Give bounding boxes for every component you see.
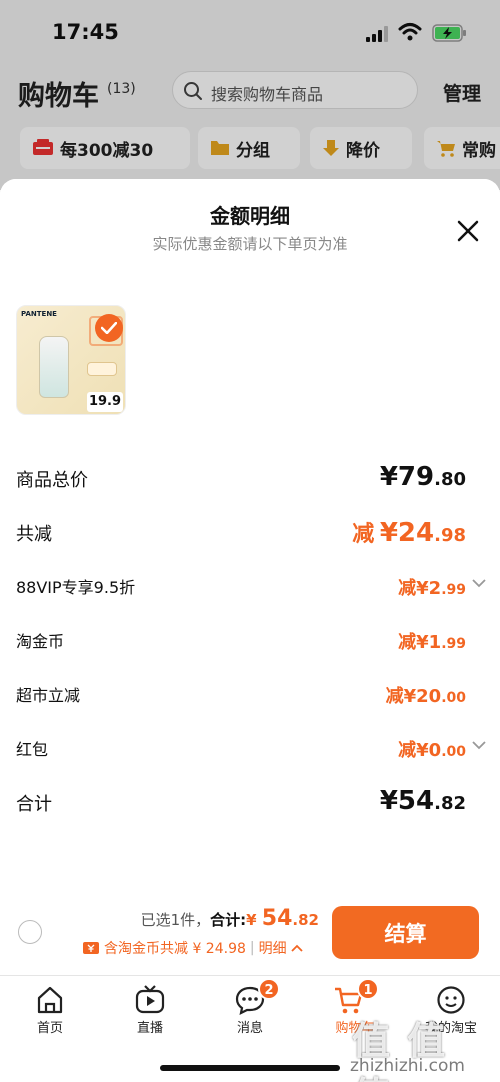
checkout-button[interactable]: 结算 bbox=[332, 906, 479, 959]
watermark-site: zhizhizhi.com bbox=[350, 1056, 465, 1076]
home-indicator bbox=[160, 1065, 340, 1071]
coin-discount-line[interactable]: 含淘金币共减 ¥ 24.98 | 明细 bbox=[82, 938, 303, 958]
row-label: 88VIP专享9.5折 bbox=[16, 578, 136, 597]
product-price: 19.9 bbox=[87, 392, 123, 412]
row-red-packet[interactable]: 红包 减¥0.00 bbox=[16, 736, 486, 762]
tab-live[interactable]: 直播 bbox=[110, 1017, 190, 1036]
shampoo-bottle-image bbox=[39, 336, 69, 398]
cart-badge: 1 bbox=[357, 978, 379, 1000]
row-subtotal: 商品总价 ¥79.80 bbox=[16, 462, 486, 496]
row-value: 减¥20.00 bbox=[385, 686, 466, 707]
row-label: 共减 bbox=[16, 524, 52, 545]
modal-overlay[interactable] bbox=[0, 0, 500, 190]
row-label: 超市立减 bbox=[16, 686, 81, 705]
product-thumbnail[interactable]: PANTENE 19.9 bbox=[16, 305, 126, 415]
sheet-title: 金额明细 bbox=[210, 204, 290, 228]
row-88vip[interactable]: 88VIP专享9.5折 减¥2.99 bbox=[16, 574, 486, 600]
row-value: 减¥0.00 bbox=[398, 740, 466, 761]
row-value: ¥79.80 bbox=[379, 462, 466, 492]
row-grand-total: 合计 ¥54.82 bbox=[16, 786, 486, 820]
chevron-down-icon[interactable] bbox=[472, 578, 486, 588]
selection-summary: 已选1件，合计:¥ 54.82 bbox=[140, 906, 319, 931]
row-label: 淘金币 bbox=[16, 632, 65, 651]
divider: | bbox=[249, 940, 255, 956]
row-label: 红包 bbox=[16, 740, 49, 759]
close-icon[interactable] bbox=[455, 218, 481, 244]
tab-messages[interactable]: 消息 bbox=[210, 1017, 290, 1036]
message-badge: 2 bbox=[258, 978, 280, 1000]
row-label: 商品总价 bbox=[16, 470, 88, 491]
select-all-radio[interactable] bbox=[18, 920, 42, 944]
chevron-up-icon[interactable] bbox=[290, 944, 303, 952]
live-tv-icon[interactable] bbox=[135, 985, 165, 1015]
coupon-icon bbox=[83, 942, 99, 954]
chevron-down-icon[interactable] bbox=[472, 740, 486, 750]
row-supermarket: 超市立减 减¥20.00 bbox=[16, 682, 486, 708]
row-label: 合计 bbox=[16, 794, 52, 815]
checkmark-icon[interactable] bbox=[95, 314, 123, 342]
row-value: ¥54.82 bbox=[379, 786, 466, 816]
coin-discount-text: 含淘金币共减 ¥ 24.98 bbox=[104, 941, 246, 957]
product-tube-image bbox=[87, 362, 117, 376]
sheet-subtitle: 实际优惠金额请以下单页为准 bbox=[152, 235, 348, 253]
tab-home[interactable]: 首页 bbox=[10, 1017, 90, 1036]
row-total-discount: 共减 减 ¥24.98 bbox=[16, 518, 486, 550]
row-value: 减¥2.99 bbox=[398, 578, 466, 599]
row-value: 减 ¥24.98 bbox=[352, 518, 466, 548]
row-taojinbi: 淘金币 减¥1.99 bbox=[16, 628, 486, 654]
home-icon[interactable] bbox=[35, 985, 65, 1015]
product-brand: PANTENE bbox=[21, 310, 57, 318]
detail-link[interactable]: 明细 bbox=[259, 938, 287, 958]
row-value: 减¥1.99 bbox=[398, 632, 466, 653]
